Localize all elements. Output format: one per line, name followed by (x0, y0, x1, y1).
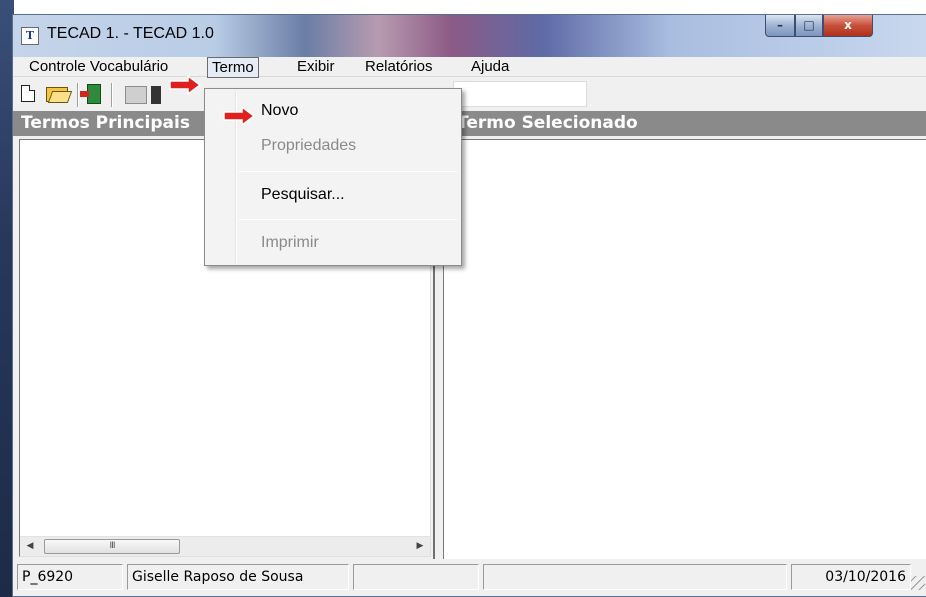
menu-exibir[interactable]: Exibir (295, 58, 337, 77)
status-code: P_6920 (17, 564, 123, 590)
status-cell-empty (483, 564, 787, 590)
toolbar-separator (77, 83, 79, 107)
close-button[interactable]: x (823, 15, 873, 37)
resize-grip-icon[interactable] (911, 576, 925, 590)
menu-item-pesquisar[interactable]: Pesquisar... (261, 183, 345, 207)
menu-relatorios[interactable]: Relatórios (363, 58, 435, 77)
minimize-button[interactable]: – (765, 15, 795, 37)
menu-item-propriedades: Propriedades (261, 137, 357, 154)
title-bar[interactable]: T TECAD 1. - TECAD 1.0 – □ x (13, 15, 926, 57)
toolbar-separator (111, 83, 113, 107)
find-icon[interactable] (151, 86, 161, 104)
open-folder-icon[interactable] (46, 87, 68, 102)
scrollbar-thumb[interactable]: III (44, 539, 180, 554)
menu-separator (239, 171, 457, 172)
scroll-left-icon[interactable]: ◀ (20, 537, 40, 556)
right-panel-header: Termo Selecionado (437, 111, 926, 136)
window-title: TECAD 1. - TECAD 1.0 (47, 25, 214, 42)
app-icon[interactable]: T (21, 27, 39, 45)
main-window: T TECAD 1. - TECAD 1.0 – □ x Controle Vo… (12, 14, 926, 597)
toolbar-search-field[interactable] (453, 81, 587, 107)
horizontal-scrollbar[interactable]: ◀ III ▶ (20, 536, 430, 556)
status-cell-empty (353, 564, 479, 590)
print-icon[interactable] (125, 86, 147, 104)
red-arrow-icon (223, 106, 256, 126)
exit-door-icon[interactable] (80, 84, 101, 104)
status-user: Giselle Raposo de Sousa (127, 564, 349, 590)
menu-ajuda[interactable]: Ajuda (469, 58, 511, 77)
menu-separator (239, 219, 457, 220)
menu-bar: Controle Vocabulário Termo Exibir Relató… (13, 57, 926, 78)
menu-item-novo[interactable]: Novo (261, 99, 298, 123)
menu-termo[interactable]: Termo (207, 57, 259, 78)
menu-item-imprimir: Imprimir (261, 234, 319, 251)
red-arrow-icon (169, 75, 202, 95)
new-document-icon[interactable] (21, 85, 35, 102)
maximize-button[interactable]: □ (795, 15, 823, 37)
status-date: 03/10/2016 (791, 564, 911, 590)
status-bar: P_6920 Giselle Raposo de Sousa 03/10/201… (13, 560, 926, 596)
selected-term-panel[interactable] (443, 139, 926, 559)
toolbar (13, 78, 926, 110)
menu-controle-vocabulario[interactable]: Controle Vocabulário (27, 58, 170, 77)
scroll-right-icon[interactable]: ▶ (410, 537, 430, 556)
